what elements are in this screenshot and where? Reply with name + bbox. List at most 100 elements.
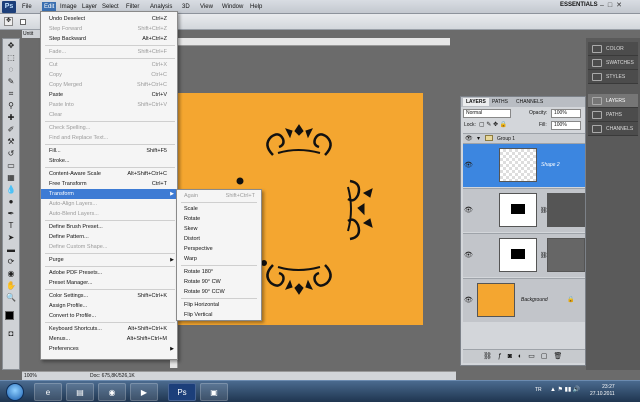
dock-paths[interactable]: PATHS (588, 108, 638, 122)
layer-row[interactable]: 👁 ⛓ (463, 233, 585, 277)
dock-layers[interactable]: LAYERS (588, 94, 638, 108)
photoshop-taskbar-icon[interactable]: Ps (168, 383, 196, 401)
menu-file[interactable]: File (20, 2, 34, 12)
chrome-icon[interactable]: ◉ (98, 383, 126, 401)
chevron-down-icon[interactable]: ▾ (477, 135, 480, 142)
trash-icon[interactable]: 🗑 (554, 353, 569, 360)
edit-menu-item-undo-deselect[interactable]: Undo Deselect Ctrl+Z (41, 14, 177, 24)
dock-channels[interactable]: CHANNELS (588, 122, 638, 136)
edit-menu-item-step-backward[interactable]: Step Backward Alt+Ctrl+Z (41, 34, 177, 44)
history-brush-icon[interactable]: ↺ (4, 149, 18, 159)
transform-item-rotate-90-cw[interactable]: Rotate 90° CW (177, 277, 261, 287)
edit-menu-item-paste[interactable]: Paste Ctrl+V (41, 90, 177, 100)
lasso-tool-icon[interactable]: ◌ (4, 65, 18, 75)
gradient-tool-icon[interactable]: ▦ (4, 173, 18, 183)
quick-mask-icon[interactable]: ◘ (4, 329, 18, 339)
quick-select-icon[interactable]: ✎ (4, 77, 18, 87)
transform-item-distort[interactable]: Distort (177, 234, 261, 244)
lock-icons[interactable]: ▢ ✎ ✥ 🔒 (479, 121, 507, 128)
transform-item-rotate-180[interactable]: Rotate 180° (177, 267, 261, 277)
edit-menu-item-color-settings[interactable]: Color Settings... Shift+Ctrl+K (41, 291, 177, 301)
adjustment-icon[interactable]: ◐ (518, 353, 528, 360)
path-select-icon[interactable]: ➤ (4, 233, 18, 243)
transform-item-skew[interactable]: Skew (177, 224, 261, 234)
clone-stamp-icon[interactable]: ⚒ (4, 137, 18, 147)
edit-menu-item-define-brush-preset[interactable]: Define Brush Preset... (41, 222, 177, 232)
dodge-tool-icon[interactable]: ● (4, 197, 18, 207)
dock-color[interactable]: COLOR (588, 42, 638, 56)
brush-tool-icon[interactable]: ✐ (4, 125, 18, 135)
start-button[interactable] (6, 383, 24, 401)
eye-icon[interactable]: 👁 (464, 252, 473, 260)
healing-brush-icon[interactable]: ✚ (4, 113, 18, 123)
tab-paths[interactable]: PATHS (489, 98, 511, 106)
3d-camera-icon[interactable]: ◉ (4, 269, 18, 279)
edit-menu-item-assign-profile[interactable]: Assign Profile... (41, 301, 177, 311)
close-icon[interactable]: ✕ (616, 2, 626, 9)
document-tab[interactable]: Untit (22, 30, 40, 38)
menu-window[interactable]: Window (220, 2, 245, 12)
explorer-icon[interactable]: ▤ (66, 383, 94, 401)
edit-menu-item-adobe-pdf-presets[interactable]: Adobe PDF Presets... (41, 268, 177, 278)
menu-3d[interactable]: 3D (180, 2, 192, 12)
layer-group-row[interactable]: 👁 ▾ Group 1 (463, 133, 585, 143)
zoom-level[interactable]: 100% (24, 373, 37, 379)
new-group-icon[interactable]: ▭ (528, 353, 541, 360)
menu-help[interactable]: Help (248, 2, 264, 12)
edit-menu-item-convert-to-profile[interactable]: Convert to Profile... (41, 311, 177, 321)
shape-tool-icon[interactable]: ▬ (4, 245, 18, 255)
eye-icon[interactable]: 👁 (464, 297, 473, 305)
edit-menu-item-fill[interactable]: Fill... Shift+F5 (41, 146, 177, 156)
clock[interactable]: 23:27 27.10.2011 (590, 384, 615, 398)
eye-icon[interactable]: 👁 (464, 162, 473, 170)
transform-item-rotate[interactable]: Rotate (177, 214, 261, 224)
fx-icon[interactable]: ƒ (498, 353, 508, 360)
tray-icons[interactable]: ▲ ⚑ ▮▮ 🔊 (550, 386, 580, 393)
transform-item-flip-horizontal[interactable]: Flip Horizontal (177, 300, 261, 310)
new-layer-icon[interactable]: ▢ (541, 353, 554, 360)
eye-icon[interactable]: 👁 (465, 135, 473, 142)
transform-item-perspective[interactable]: Perspective (177, 244, 261, 254)
transform-item-scale[interactable]: Scale (177, 204, 261, 214)
opacity-field[interactable]: 100% (551, 109, 581, 118)
marquee-tool-icon[interactable]: ⬚ (4, 53, 18, 63)
edit-menu-item-content-aware-scale[interactable]: Content-Aware Scale Alt+Shift+Ctrl+C (41, 169, 177, 179)
app-taskbar-icon[interactable]: ▣ (200, 383, 228, 401)
edit-menu-item-keyboard-shortcuts[interactable]: Keyboard Shortcuts... Alt+Shift+Ctrl+K (41, 324, 177, 334)
transform-item-warp[interactable]: Warp (177, 254, 261, 264)
language-indicator[interactable]: TR (535, 387, 542, 393)
transform-item-rotate-90-ccw[interactable]: Rotate 90° CCW (177, 287, 261, 297)
auto-select-checkbox[interactable] (20, 19, 26, 25)
mask-icon[interactable]: ◙ (508, 353, 518, 360)
link-layers-icon[interactable]: ⛓ (483, 353, 498, 360)
ie-icon[interactable]: e (34, 383, 62, 401)
tab-layers[interactable]: LAYERS (463, 98, 489, 106)
move-tool-icon[interactable]: ✥ (4, 17, 13, 26)
eyedropper-icon[interactable]: ⚲ (4, 101, 18, 111)
edit-menu-item-preferences[interactable]: Preferences ▶ (41, 344, 177, 354)
3d-rotate-icon[interactable]: ⟳ (4, 257, 18, 267)
pen-tool-icon[interactable]: ✒ (4, 209, 18, 219)
edit-menu-item-preset-manager[interactable]: Preset Manager... (41, 278, 177, 288)
transform-item-flip-vertical[interactable]: Flip Vertical (177, 310, 261, 320)
edit-menu-item-define-pattern[interactable]: Define Pattern... (41, 232, 177, 242)
crop-tool-icon[interactable]: ⌗ (4, 89, 18, 99)
minimize-icon[interactable]: – (600, 2, 608, 9)
blur-tool-icon[interactable]: 💧 (4, 185, 18, 195)
media-player-icon[interactable]: ▶ (130, 383, 158, 401)
eraser-icon[interactable]: ▭ (4, 161, 18, 171)
eye-icon[interactable]: 👁 (464, 207, 473, 215)
maximize-icon[interactable]: □ (608, 2, 616, 9)
edit-menu-item-purge[interactable]: Purge ▶ (41, 255, 177, 265)
dock-styles[interactable]: STYLES (588, 70, 638, 84)
dock-swatches[interactable]: SWATCHES (588, 56, 638, 70)
edit-menu-item-transform[interactable]: Transform ▶ (41, 189, 177, 199)
layer-row[interactable]: 👁 ⛓ (463, 188, 585, 232)
workspace-switcher[interactable]: ESSENTIALS (560, 2, 598, 8)
blend-mode-select[interactable]: Normal (463, 109, 511, 118)
edit-menu-item-stroke[interactable]: Stroke... (41, 156, 177, 166)
fill-field[interactable]: 100% (551, 121, 581, 130)
foreground-color-swatch[interactable] (5, 311, 14, 320)
move-tool-icon[interactable]: ✥ (4, 41, 18, 51)
edit-menu-item-menus[interactable]: Menus... Alt+Shift+Ctrl+M (41, 334, 177, 344)
